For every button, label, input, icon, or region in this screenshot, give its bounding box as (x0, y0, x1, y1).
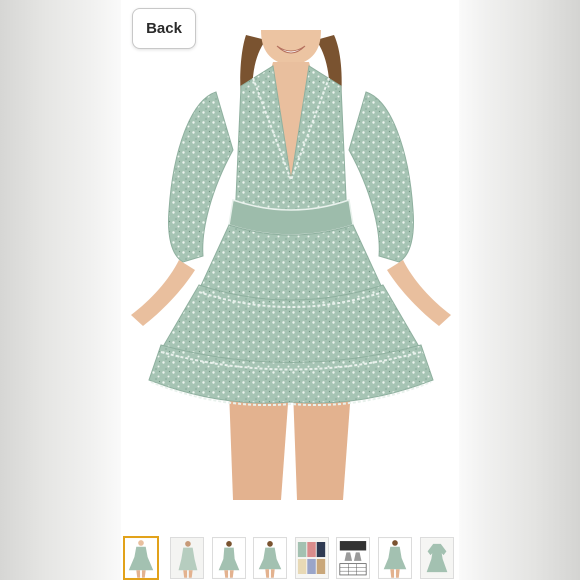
dress-side-thumbnail-icon (171, 538, 203, 578)
main-product-image (131, 30, 451, 500)
dress-front-alt-thumbnail-icon (213, 538, 245, 578)
face (261, 30, 321, 66)
dress-back-thumbnail-icon (379, 538, 411, 578)
thumbnail-7-dress-back[interactable] (378, 537, 412, 579)
color-options-thumbnail-icon (296, 538, 328, 578)
thumbnail-2-dress-side[interactable] (170, 537, 204, 579)
dress-front-thumbnail-icon (125, 538, 157, 578)
size-chart-thumbnail-icon (337, 538, 369, 578)
thumbnail-1-dress-front[interactable] (123, 536, 159, 580)
thumbnail-6-size-chart[interactable] (336, 537, 370, 579)
legs (229, 390, 289, 500)
thumbnail-strip (121, 535, 459, 580)
dress-pose-thumbnail-icon (254, 538, 286, 578)
back-button[interactable]: Back (132, 8, 196, 49)
thumbnail-4-dress-pose[interactable] (253, 537, 287, 579)
thumbnail-5-color-options[interactable] (295, 537, 329, 579)
dress-flat-thumbnail-icon (421, 538, 453, 578)
thumbnail-8-dress-flat[interactable] (420, 537, 454, 579)
thumbnail-3-dress-front-alt[interactable] (212, 537, 246, 579)
